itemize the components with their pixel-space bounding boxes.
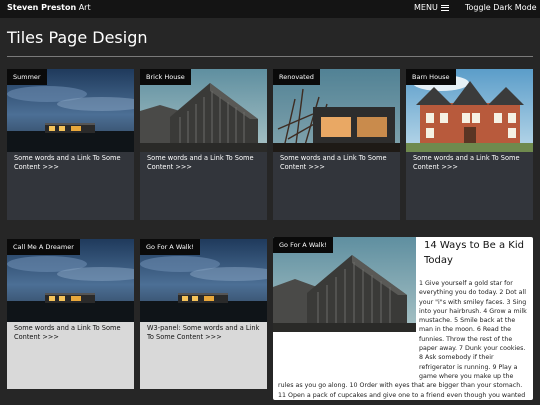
tile-tag: Renovated (273, 69, 320, 85)
tile-tag: Summer (7, 69, 47, 85)
tile-caption-link[interactable]: Some words and a Link To Some Content >>… (147, 154, 262, 172)
brand-name: Steven Preston (7, 3, 77, 12)
menu-button[interactable]: MENU (414, 3, 449, 12)
tile-summer[interactable]: Summer Some words and a Link To Some Con… (7, 69, 134, 220)
article-card: Go For A Walk! 14 Ways to Be a Kid Today… (273, 237, 533, 400)
toggle-dark-mode-button[interactable]: Toggle Dark Mode (465, 3, 537, 12)
tile-brick-house[interactable]: Brick House Some words and a Link To Som… (140, 69, 267, 220)
tile-caption-link[interactable]: Some words and a Link To Some Content >>… (14, 324, 129, 342)
tile-tag: Go For A Walk! (140, 239, 200, 255)
tile-barn-house[interactable]: Barn House Some words and a Link To Some… (406, 69, 533, 220)
top-bar: Steven Preston Art MENU Toggle Dark Mode (0, 0, 540, 18)
title-divider (7, 56, 533, 57)
site-brand[interactable]: Steven Preston Art (7, 3, 91, 12)
hamburger-icon (440, 4, 449, 11)
menu-label: MENU (414, 3, 438, 12)
page-title: Tiles Page Design (7, 28, 148, 47)
tile-call-me-a-dreamer[interactable]: Call Me A Dreamer Some words and a Link … (7, 239, 134, 389)
tile-tag: Barn House (406, 69, 456, 85)
tile-tag: Brick House (140, 69, 191, 85)
tile-go-for-a-walk[interactable]: Go For A Walk! W3-panel: Some words and … (140, 239, 267, 389)
article-tag: Go For A Walk! (273, 237, 333, 253)
tile-caption-link[interactable]: Some words and a Link To Some Content >>… (14, 154, 129, 172)
brand-suffix: Art (76, 3, 91, 12)
article-title: 14 Ways to Be a Kid Today (424, 240, 524, 266)
tile-caption-link[interactable]: W3-panel: Some words and a Link To Some … (147, 324, 262, 342)
tile-caption-link[interactable]: Some words and a Link To Some Content >>… (280, 154, 395, 172)
tile-renovated[interactable]: Renovated Some words and a Link To Some … (273, 69, 400, 220)
tile-caption-link[interactable]: Some words and a Link To Some Content >>… (413, 154, 528, 172)
tile-tag: Call Me A Dreamer (7, 239, 80, 255)
